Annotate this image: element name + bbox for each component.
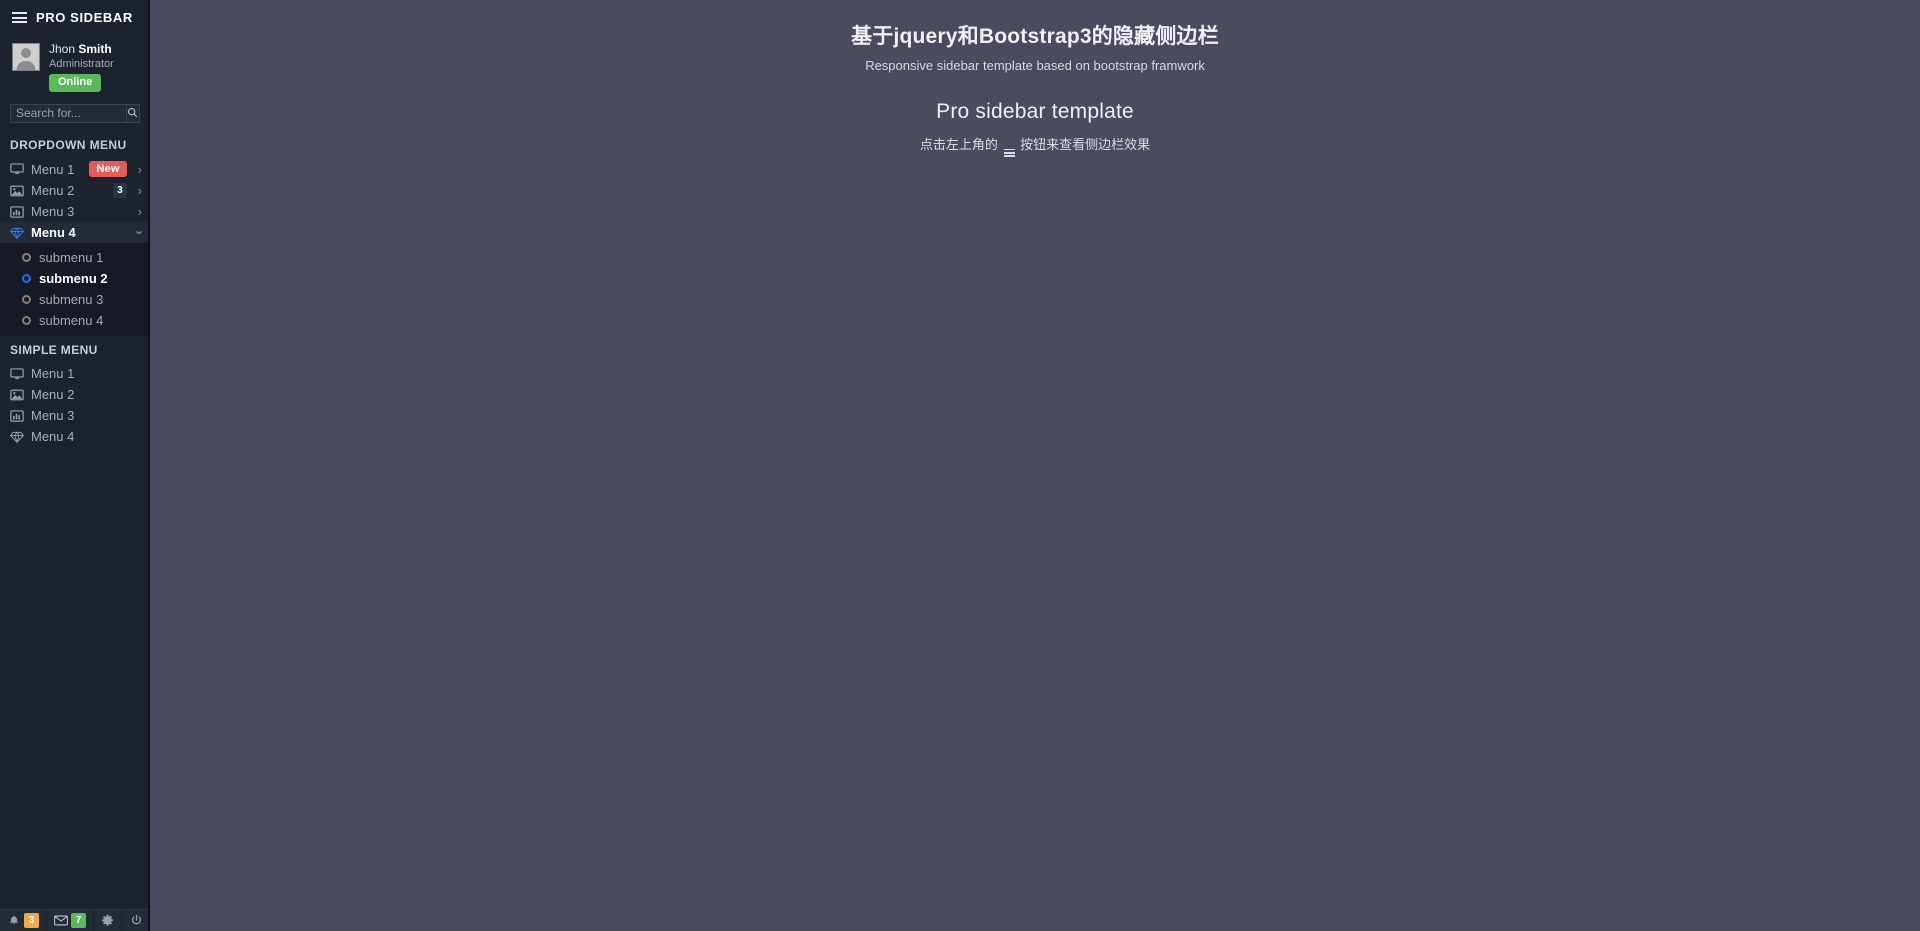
- user-role: Administrator: [49, 57, 114, 70]
- user-name: Jhon Smith: [49, 42, 114, 57]
- notifications-button[interactable]: 3: [0, 910, 47, 931]
- submenu-item-label: submenu 4: [39, 313, 104, 329]
- hint-text-before: 点击左上角的: [919, 137, 998, 153]
- circle-icon: [22, 295, 31, 305]
- hamburger-icon[interactable]: [12, 12, 27, 23]
- app-root: PRO SIDEBAR Jhon Smith Administrator Onl…: [0, 0, 1920, 931]
- submenu-item-3[interactable]: submenu 3: [0, 289, 150, 310]
- submenu-list: submenu 1 submenu 2 submenu 3 submenu 4: [0, 243, 150, 337]
- power-icon: [129, 913, 144, 928]
- messages-button[interactable]: 7: [47, 910, 94, 931]
- user-profile: Jhon Smith Administrator Online: [0, 34, 150, 100]
- chevron-right-icon: ›: [137, 183, 142, 199]
- badge-count: 3: [113, 183, 127, 199]
- sidebar-item-dropdown-4[interactable]: Menu 4 ›: [0, 222, 150, 244]
- page-lead: Responsive sidebar template based on boo…: [865, 58, 1205, 74]
- sidebar-brand: PRO SIDEBAR: [0, 0, 150, 34]
- page-subtitle: Pro sidebar template: [936, 100, 1134, 124]
- brand-title: PRO SIDEBAR: [36, 10, 133, 25]
- section-heading-simple: SIMPLE MENU: [10, 343, 98, 358]
- simple-menu-list: Menu 1 Menu 2 Menu 3 Menu 4: [0, 363, 150, 447]
- main-content: 基于jquery和Bootstrap3的隐藏侧边栏 Responsive sid…: [150, 0, 1920, 931]
- messages-count: 7: [70, 912, 87, 929]
- sidebar-item-label: Menu 2: [31, 183, 75, 199]
- circle-icon: [22, 253, 31, 263]
- chevron-right-icon: ›: [137, 161, 142, 177]
- page-title: 基于jquery和Bootstrap3的隐藏侧边栏: [851, 25, 1219, 48]
- diamond-icon: [10, 226, 24, 240]
- submenu-item-label: submenu 1: [39, 250, 104, 266]
- sidebar-item-simple-4[interactable]: Menu 4: [0, 426, 150, 447]
- sidebar-item-label: Menu 3: [31, 204, 75, 220]
- bar-chart-icon: [10, 409, 24, 423]
- gear-icon: [100, 913, 115, 928]
- search-icon: [127, 106, 138, 121]
- image-icon: [10, 388, 24, 402]
- submenu-item-1[interactable]: submenu 1: [0, 247, 150, 268]
- bell-icon: [7, 913, 22, 928]
- hamburger-icon-inline: [1003, 148, 1015, 157]
- submenu-item-label: submenu 2: [39, 271, 108, 287]
- envelope-icon: [54, 913, 69, 928]
- sidebar-item-label: Menu 3: [31, 408, 75, 424]
- page-hint: 点击左上角的 按钮来查看侧边栏效果: [150, 134, 1920, 157]
- sidebar-item-simple-1[interactable]: Menu 1: [0, 363, 150, 384]
- sidebar-item-dropdown-1[interactable]: Menu 1 New ›: [0, 158, 150, 181]
- monitor-icon: [10, 162, 24, 176]
- badge-new: New: [89, 160, 127, 178]
- user-last-name: Smith: [78, 42, 112, 56]
- circle-icon: [22, 316, 31, 326]
- chevron-down-icon: ›: [132, 230, 148, 236]
- status-badge: Online: [49, 74, 102, 92]
- hint-text-after: 按钮来查看侧边栏效果: [1020, 137, 1151, 153]
- sidebar-item-simple-3[interactable]: Menu 3: [0, 405, 150, 426]
- sidebar-item-label: Menu 4: [31, 225, 76, 241]
- search-input[interactable]: [10, 103, 127, 123]
- dropdown-menu-list: Menu 1 New › Menu 2 3 › Menu 3 › Menu 4 ›: [0, 158, 150, 244]
- hero-section: 基于jquery和Bootstrap3的隐藏侧边栏 Responsive sid…: [150, 0, 1920, 157]
- search-bar: [0, 100, 150, 131]
- diamond-icon: [10, 430, 24, 444]
- search-button[interactable]: [126, 103, 140, 123]
- monitor-icon: [10, 367, 24, 381]
- sidebar-item-label: Menu 1: [31, 161, 75, 177]
- bar-chart-icon: [10, 205, 24, 219]
- user-first-name: Jhon: [49, 42, 79, 56]
- avatar: [12, 43, 40, 71]
- sidebar-item-label: Menu 1: [31, 366, 75, 382]
- sidebar-item-dropdown-3[interactable]: Menu 3 ›: [0, 201, 150, 222]
- circle-icon: [22, 274, 31, 284]
- sidebar-item-simple-2[interactable]: Menu 2: [0, 384, 150, 405]
- sidebar-item-dropdown-2[interactable]: Menu 2 3 ›: [0, 180, 150, 201]
- settings-button[interactable]: [94, 910, 122, 931]
- logout-button[interactable]: [122, 910, 150, 931]
- section-heading-dropdown: DROPDOWN MENU: [10, 137, 127, 152]
- sidebar: PRO SIDEBAR Jhon Smith Administrator Onl…: [0, 0, 150, 931]
- image-icon: [10, 184, 24, 198]
- chevron-right-icon: ›: [137, 204, 142, 220]
- notifications-count: 3: [23, 912, 40, 929]
- submenu-item-label: submenu 3: [39, 292, 104, 308]
- sidebar-item-label: Menu 4: [31, 429, 75, 445]
- sidebar-item-label: Menu 2: [31, 387, 75, 403]
- submenu-item-2[interactable]: submenu 2: [0, 268, 150, 289]
- submenu-item-4[interactable]: submenu 4: [0, 310, 150, 331]
- sidebar-footer: 3 7: [0, 909, 150, 931]
